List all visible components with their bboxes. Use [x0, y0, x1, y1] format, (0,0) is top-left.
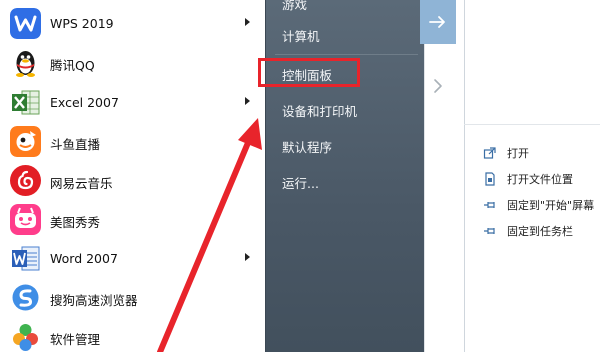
word-icon: [10, 243, 41, 274]
sogou-browser-icon: [10, 282, 41, 313]
submenu-arrow-icon: [245, 253, 250, 261]
program-item-wps[interactable]: WPS 2019: [0, 4, 265, 43]
excel-icon: [10, 87, 41, 118]
file-location-icon: [483, 172, 497, 186]
program-label: 搜狗高速浏览器: [50, 293, 138, 308]
jump-item-open[interactable]: 打开: [483, 144, 529, 162]
separator: [275, 54, 418, 55]
program-label: 软件管理: [50, 332, 101, 347]
program-item-meitu[interactable]: 美图秀秀: [0, 200, 265, 239]
submenu-arrow-icon: [245, 18, 250, 26]
douyu-fish-icon: [10, 126, 41, 157]
program-item-netease-music[interactable]: 网易云音乐: [0, 161, 265, 200]
program-label: Word 2007: [50, 251, 118, 266]
program-item-software-manager[interactable]: 软件管理: [0, 317, 265, 352]
wps-icon: [10, 8, 41, 39]
link-run[interactable]: 运行...: [282, 173, 319, 192]
expand-arrow-button[interactable]: [420, 0, 456, 44]
link-computer[interactable]: 计算机: [282, 26, 320, 45]
jump-item-pin-taskbar[interactable]: 固定到任务栏: [483, 222, 573, 240]
program-label: WPS 2019: [50, 16, 114, 31]
submenu-arrow-icon: [245, 97, 250, 105]
open-icon: [483, 146, 497, 160]
program-label: 斗鱼直播: [50, 137, 101, 152]
program-item-douyu[interactable]: 斗鱼直播: [0, 122, 265, 161]
pin-icon: [483, 224, 497, 238]
program-list: WPS 2019 腾讯QQ Excel 2007 斗鱼直播 网易云音乐 美图秀秀…: [0, 0, 265, 352]
program-label: Excel 2007: [50, 95, 119, 110]
jump-label: 固定到"开始"屏幕: [507, 199, 595, 212]
pin-icon: [483, 198, 497, 212]
control-panel-highlight-box: [258, 58, 360, 87]
netease-music-icon: [10, 165, 41, 196]
jump-label: 固定到任务栏: [507, 225, 573, 238]
jump-label: 打开文件位置: [507, 173, 573, 186]
program-label: 腾讯QQ: [50, 58, 95, 73]
jump-item-pin-start[interactable]: 固定到"开始"屏幕: [483, 196, 594, 214]
divider: [464, 124, 600, 125]
link-default-programs[interactable]: 默认程序: [282, 137, 332, 156]
program-item-word[interactable]: Word 2007: [0, 239, 265, 278]
meitu-icon: [10, 204, 41, 235]
side-column: [424, 0, 464, 352]
program-item-sogou-browser[interactable]: 搜狗高速浏览器: [0, 278, 265, 317]
link-games[interactable]: 游戏: [282, 0, 307, 13]
program-item-qq[interactable]: 腾讯QQ: [0, 43, 265, 82]
software-manager-icon: [10, 321, 41, 352]
program-item-excel[interactable]: Excel 2007: [0, 83, 265, 122]
link-devices-printers[interactable]: 设备和打印机: [282, 101, 357, 120]
arrow-right-icon: [429, 16, 445, 28]
program-label: 网易云音乐: [50, 176, 113, 191]
chevron-button[interactable]: [424, 72, 452, 100]
jump-label: 打开: [507, 147, 529, 160]
jump-item-open-file-location[interactable]: 打开文件位置: [483, 170, 573, 188]
chevron-right-icon: [434, 79, 442, 93]
qq-penguin-icon: [10, 47, 41, 78]
program-label: 美图秀秀: [50, 215, 101, 230]
